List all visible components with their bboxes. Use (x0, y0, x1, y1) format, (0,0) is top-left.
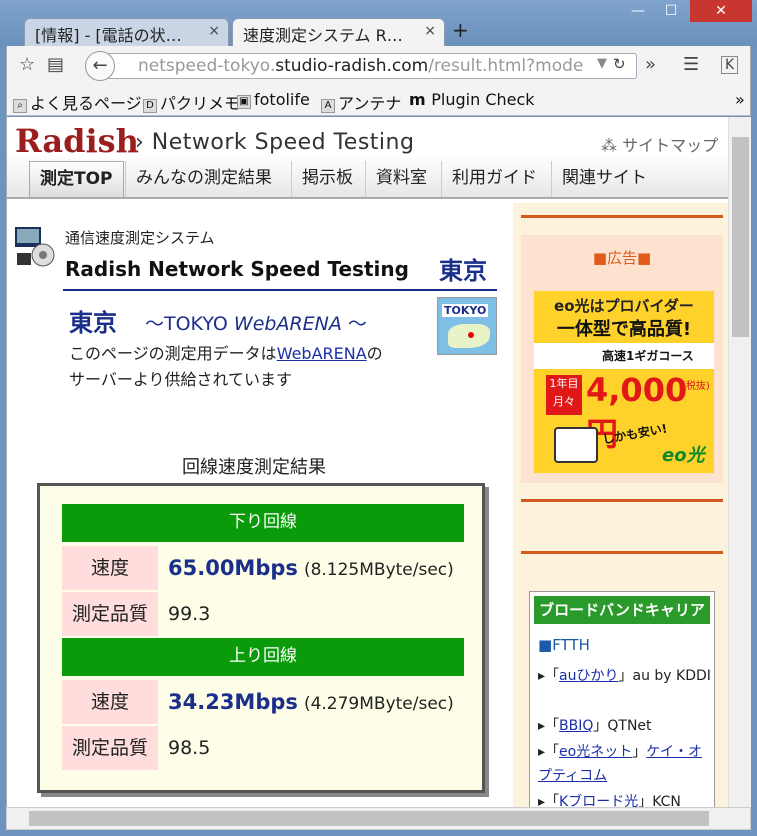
url-domain: studio-radish.com (275, 56, 429, 76)
carrier-item: ▸「eo光ネット」ケイ・オプティコム (538, 744, 702, 784)
downlink-quality-row: 測定品質 99.3 (62, 592, 464, 636)
menu-item-library[interactable]: 資料室 (365, 161, 437, 197)
carrier-box: ブロードバンドキャリア ■FTTH ▸「auひかり」au by KDDI ▸「B… (529, 591, 715, 807)
city-name: 東京 (69, 309, 117, 337)
bookmark-item[interactable]: A アンテナ (321, 90, 401, 114)
bookmark-icon: ▣ (237, 95, 251, 109)
divider (521, 499, 723, 502)
location-label: 東京 (439, 257, 487, 285)
page-content: Radish › Network Speed Testing ⁂ サイトマップ … (6, 117, 728, 807)
city-english: ～TOKYO WebARENA ～ (145, 313, 367, 335)
bookmarks-bar: ⌕ よく見るページ D パクリメモ ▣ fotolife A アンテナ m Plugin… (6, 86, 751, 116)
url-bar[interactable]: netspeed-tokyo.studio-radish.com/result.… (107, 53, 637, 79)
url-prefix: netspeed-tokyo. (138, 56, 276, 76)
dropdown-icon[interactable]: ▼ (597, 56, 607, 71)
menu-item-results[interactable]: みんなの測定結果 (125, 161, 282, 197)
new-tab-button[interactable]: + (452, 18, 469, 42)
downlink-speed: 65.00Mbps (8.125MByte/sec) (168, 556, 454, 580)
carrier-heading: ブロードバンドキャリア (534, 596, 710, 624)
bookmark-item[interactable]: ⌕ よく見るページ (13, 90, 142, 114)
downlink-header: 下り回線 (62, 504, 464, 542)
reader-icon[interactable]: ▤ (47, 54, 64, 75)
tab-inactive[interactable]: [情報] - [電話の状… × (24, 18, 229, 46)
webarena-link[interactable]: WebARENA (277, 344, 367, 363)
bookmark-item[interactable]: m Plugin Check (409, 90, 535, 109)
tab-inactive-label: [情報] - [電話の状… (35, 26, 182, 45)
ad-area: ■広告■ eo光はプロバイダー 一体型で高品質! 高速1ギガコース 1年目 月々… (521, 235, 723, 483)
main-menu: 測定TOP みんなの測定結果 掲示板 資料室 利用ガイド 関連サイト (7, 155, 728, 199)
divider (521, 215, 723, 218)
system-label: 通信速度測定システム (65, 229, 215, 247)
tab-strip: [情報] - [電話の状… × 速度測定システム R… × + — ☐ ✕ (0, 0, 757, 46)
uplink-header: 上り回線 (62, 638, 464, 676)
sitemap-link[interactable]: ⁂ サイトマップ (601, 132, 718, 156)
downlink-quality: 99.3 (168, 603, 211, 625)
menu-item-board[interactable]: 掲示板 (291, 161, 363, 197)
close-tab-icon[interactable]: × (424, 23, 436, 39)
result-box: 下り回線 速度 65.00Mbps (8.125MByte/sec) 測定品質 … (37, 483, 485, 793)
star-icon[interactable]: ☆ (19, 54, 35, 75)
speed-label: 速度 (62, 680, 158, 724)
bookmark-item[interactable]: D パクリメモ (143, 90, 240, 114)
carrier-item: ▸「BBIQ」QTNet (538, 718, 652, 734)
tab-active-label: 速度測定システム R… (243, 26, 403, 45)
bookmark-icon: D (143, 99, 157, 113)
close-window-button[interactable]: ✕ (690, 0, 752, 22)
mascot-icon (554, 427, 598, 463)
system-icon (15, 227, 55, 267)
ad-heading: ■広告■ (592, 249, 652, 267)
quality-label: 測定品質 (62, 592, 158, 636)
uplink-quality-row: 測定品質 98.5 (62, 726, 464, 770)
vertical-scrollbar[interactable] (728, 117, 751, 807)
downlink-speed-row: 速度 65.00Mbps (8.125MByte/sec) (62, 546, 464, 590)
site-subtitle: › Network Speed Testing (135, 130, 415, 155)
horizontal-scroll-thumb[interactable] (29, 811, 709, 826)
vertical-scroll-thumb[interactable] (732, 137, 749, 337)
title-rule (63, 289, 497, 291)
tokyo-map-icon: TOKYO (437, 297, 497, 355)
divider (521, 551, 723, 554)
server-description: このページの測定用データはWebARENAの サーバーより供給されています (69, 344, 383, 389)
back-button[interactable]: ← (85, 51, 115, 81)
reload-icon[interactable]: ↻ (613, 55, 626, 73)
horizontal-scrollbar[interactable] (6, 807, 751, 830)
system-title: Radish Network Speed Testing (65, 257, 409, 281)
menu-item-related[interactable]: 関連サイト (551, 161, 657, 197)
close-tab-icon[interactable]: × (208, 23, 220, 39)
carrier-subheading: ■FTTH (538, 636, 590, 654)
bookmark-icon: m (409, 90, 432, 109)
bookmark-item[interactable]: ▣ fotolife (237, 90, 310, 109)
uplink-speed-row: 速度 34.23Mbps (4.279MByte/sec) (62, 680, 464, 724)
navigation-bar: ☆ ▤ netspeed-tokyo.studio-radish.com/res… (6, 46, 751, 86)
ad-banner[interactable]: eo光はプロバイダー 一体型で高品質! 高速1ギガコース 1年目 月々 4,00… (534, 291, 714, 473)
tab-active[interactable]: 速度測定システム R… × (232, 18, 445, 46)
uplink-quality: 98.5 (168, 737, 211, 759)
result-title: 回線速度測定結果 (182, 457, 326, 478)
carrier-item: ▸「Kブロード光」KCN (538, 794, 681, 807)
browser-window: [情報] - [電話の状… × 速度測定システム R… × + — ☐ ✕ ☆ … (0, 0, 757, 836)
url-path: /result.html?mode (428, 56, 584, 76)
carrier-item: ▸「auひかり」au by KDDI (538, 668, 711, 684)
menu-icon[interactable]: ☰ (683, 54, 699, 75)
quality-label: 測定品質 (62, 726, 158, 770)
menu-item-top[interactable]: 測定TOP (29, 161, 124, 197)
extension-icon[interactable]: K (721, 56, 739, 74)
uplink-speed: 34.23Mbps (4.279MByte/sec) (168, 690, 454, 714)
overflow-icon[interactable]: » (645, 54, 656, 75)
minimize-button[interactable]: — (623, 0, 653, 22)
sidebar: ■広告■ eo光はプロバイダー 一体型で高品質! 高速1ギガコース 1年目 月々… (513, 203, 728, 807)
bookmark-icon: A (321, 99, 335, 113)
bookmarks-more[interactable]: » (735, 90, 745, 109)
menu-item-guide[interactable]: 利用ガイド (441, 161, 547, 197)
speed-label: 速度 (62, 546, 158, 590)
maximize-button[interactable]: ☐ (656, 0, 686, 22)
bookmark-icon: ⌕ (13, 99, 27, 113)
